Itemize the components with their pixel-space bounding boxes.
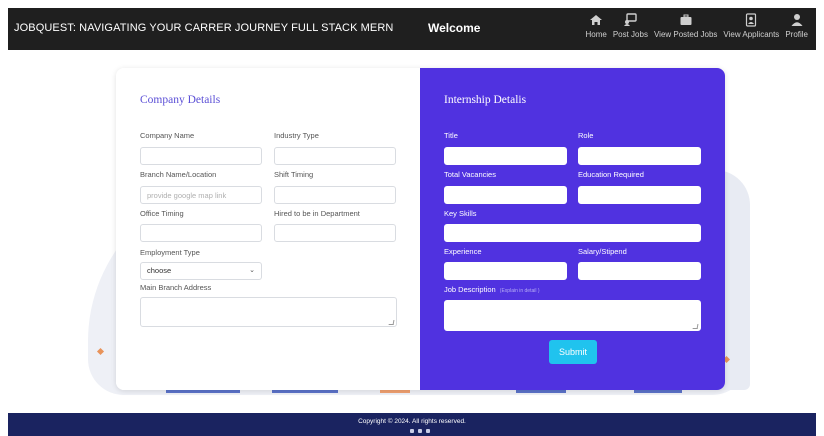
resize-grip-icon <box>388 320 395 325</box>
education-required-label: Education Required <box>578 170 644 179</box>
main-branch-address-label: Main Branch Address <box>140 283 212 292</box>
nav-view-posted-jobs-label: View Posted Jobs <box>653 30 718 39</box>
decoration-bar <box>634 390 682 393</box>
resize-grip-icon <box>692 324 699 329</box>
decoration-bar <box>272 390 338 393</box>
job-description-hint: (Explain in detail ) <box>499 288 540 294</box>
education-required-input[interactable] <box>578 186 701 204</box>
department-input[interactable] <box>274 224 396 242</box>
experience-input[interactable] <box>444 262 567 280</box>
employment-type-value: choose <box>147 266 172 275</box>
nav-view-applicants-label: View Applicants <box>723 30 780 39</box>
nav-menu: Home Post Jobs View Posted Jobs View App… <box>585 13 808 39</box>
social-links <box>410 429 430 433</box>
salary-stipend-label: Salary/Stipend <box>578 247 627 256</box>
key-skills-input[interactable] <box>444 224 701 242</box>
footer: Copyright © 2024. All rights reserved. <box>8 413 816 436</box>
employment-type-select[interactable]: choose ⌄ <box>140 262 262 280</box>
title-label: Title <box>444 131 458 140</box>
role-label: Role <box>578 131 594 140</box>
nav-profile[interactable]: Profile <box>785 13 808 39</box>
branch-location-input[interactable] <box>140 186 262 204</box>
shift-timing-label: Shift Timing <box>274 170 314 179</box>
company-name-input[interactable] <box>140 147 262 165</box>
submit-button[interactable]: Submit <box>549 340 597 364</box>
internship-details-panel: Internship Detalis Title Role Total Vaca… <box>420 68 725 390</box>
job-description-label-text: Job Description <box>444 285 496 294</box>
office-timing-label: Office Timing <box>140 209 184 218</box>
nav-view-posted-jobs[interactable]: View Posted Jobs <box>654 13 717 39</box>
shift-timing-input[interactable] <box>274 186 396 204</box>
social-icon[interactable] <box>418 429 422 433</box>
job-post-form-card: Company Details Company Name Industry Ty… <box>116 68 725 390</box>
decoration-bar <box>166 390 240 393</box>
nav-home[interactable]: Home <box>585 13 607 39</box>
company-name-label: Company Name <box>140 131 195 140</box>
office-timing-input[interactable] <box>140 224 262 242</box>
job-description-label: Job Description (Explain in detail ) <box>444 285 540 294</box>
nav-home-label: Home <box>585 30 607 39</box>
brand-title[interactable]: JOBQUEST: NAVIGATING YOUR CARRER JOURNEY… <box>14 22 393 34</box>
department-label: Hired to be in Department <box>274 209 360 218</box>
nav-view-applicants[interactable]: View Applicants <box>723 13 779 39</box>
salary-stipend-input[interactable] <box>578 262 701 280</box>
experience-label: Experience <box>444 247 482 256</box>
home-icon <box>590 15 603 25</box>
role-input[interactable] <box>578 147 701 165</box>
nav-post-jobs-label: Post Jobs <box>612 30 648 39</box>
main-branch-address-textarea[interactable] <box>140 297 397 327</box>
key-skills-label: Key Skills <box>444 209 477 218</box>
nav-profile-label: Profile <box>785 30 808 39</box>
copyright-text: Copyright © 2024. All rights reserved. <box>358 418 466 425</box>
chevron-down-icon: ⌄ <box>249 267 255 274</box>
social-icon[interactable] <box>410 429 414 433</box>
title-input[interactable] <box>444 147 567 165</box>
industry-type-input[interactable] <box>274 147 396 165</box>
internship-details-title: Internship Detalis <box>444 94 527 106</box>
post-jobs-icon <box>624 13 638 26</box>
nav-post-jobs[interactable]: Post Jobs <box>613 13 648 39</box>
total-vacancies-label: Total Vacancies <box>444 170 496 179</box>
briefcase-icon <box>680 14 692 25</box>
decoration-bar <box>380 390 410 393</box>
industry-type-label: Industry Type <box>274 131 319 140</box>
decoration-bar <box>516 390 566 393</box>
navbar: JOBQUEST: NAVIGATING YOUR CARRER JOURNEY… <box>8 8 816 50</box>
branch-location-label: Branch Name/Location <box>140 170 217 179</box>
job-description-textarea[interactable] <box>444 300 701 331</box>
total-vacancies-input[interactable] <box>444 186 567 204</box>
welcome-text: Welcome <box>428 21 481 35</box>
employment-type-label: Employment Type <box>140 248 200 257</box>
user-icon <box>791 14 803 26</box>
company-details-panel: Company Details Company Name Industry Ty… <box>116 68 420 390</box>
applicants-icon <box>746 13 757 27</box>
company-details-title: Company Details <box>140 94 221 106</box>
social-icon[interactable] <box>426 429 430 433</box>
